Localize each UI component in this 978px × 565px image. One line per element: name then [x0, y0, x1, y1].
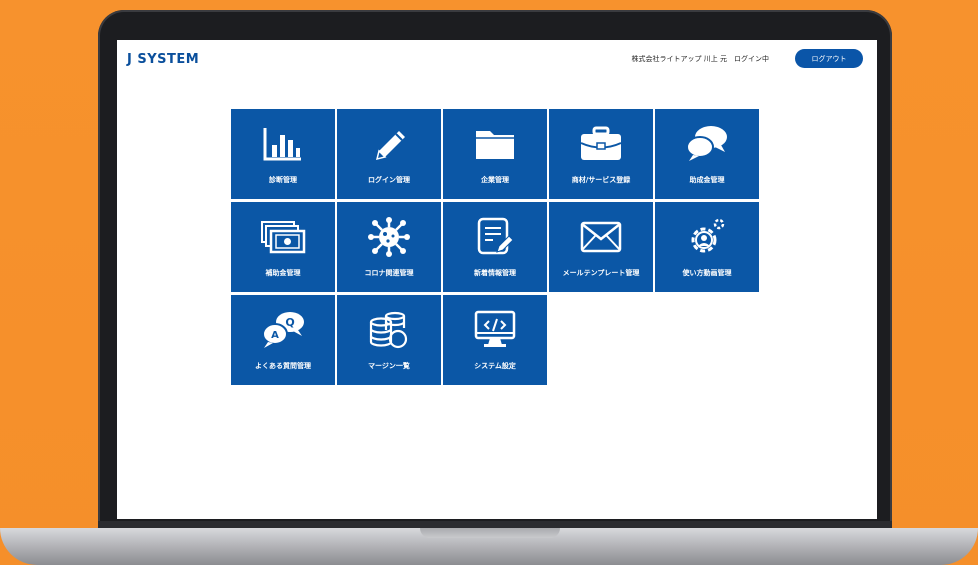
menu-label: コロナ関連管理 [364, 269, 414, 277]
svg-text:Q: Q [285, 316, 294, 329]
app-screen: J SYSTEM 株式会社ライトアップ 川上 元 ログイン中 ログアウト 診断管… [117, 40, 877, 519]
svg-text:A: A [271, 330, 279, 341]
menu-label: 診断管理 [269, 176, 297, 184]
menu-label: マージン一覧 [368, 362, 410, 370]
menu-tile-corona[interactable]: コロナ関連管理 [337, 202, 441, 292]
menu-tile-login[interactable]: ログイン管理 [337, 109, 441, 199]
menu-tile-subsidies[interactable]: 補助金管理 [231, 202, 335, 292]
bar-chart-icon [231, 125, 335, 163]
virus-icon [337, 217, 441, 257]
menu-label: 助成金管理 [689, 176, 725, 184]
menu-label: よくある質問管理 [255, 362, 311, 370]
menu-grid: 診断管理 ログイン管理 企業管理 商材/サービス登録 助成金管理 補助金管理 コ… [231, 109, 759, 385]
laptop-notch [420, 528, 560, 538]
gear-user-icon [655, 218, 759, 256]
menu-tile-faq[interactable]: Q A よくある質問管理 [231, 295, 335, 385]
menu-label: 企業管理 [481, 176, 509, 184]
coins-icon [337, 311, 441, 349]
menu-tile-news[interactable]: 新着情報管理 [443, 202, 547, 292]
pencil-icon [337, 125, 441, 163]
menu-tile-mail-templates[interactable]: メールテンプレート管理 [549, 202, 653, 292]
monitor-code-icon [443, 310, 547, 349]
document-edit-icon [443, 217, 547, 256]
menu-tile-diagnosis[interactable]: 診断管理 [231, 109, 335, 199]
menu-tile-margins[interactable]: マージン一覧 [337, 295, 441, 385]
logout-button[interactable]: ログアウト [795, 49, 863, 68]
chat-bubbles-icon [655, 125, 759, 163]
menu-tile-company[interactable]: 企業管理 [443, 109, 547, 199]
menu-tile-tutorial-videos[interactable]: 使い方動画管理 [655, 202, 759, 292]
menu-label: 商材/サービス登録 [571, 176, 631, 184]
menu-label: システム設定 [474, 362, 516, 370]
login-status: 株式会社ライトアップ 川上 元 ログイン中 [631, 55, 769, 63]
menu-label: ログイン管理 [368, 176, 410, 184]
menu-label: 使い方動画管理 [682, 269, 732, 277]
top-bar: J SYSTEM 株式会社ライトアップ 川上 元 ログイン中 ログアウト [117, 40, 877, 80]
qa-bubbles-icon: Q A [231, 311, 335, 349]
banknotes-icon [231, 218, 335, 256]
menu-label: 補助金管理 [265, 269, 301, 277]
menu-tile-system-settings[interactable]: システム設定 [443, 295, 547, 385]
menu-label: 新着情報管理 [474, 269, 516, 277]
envelope-icon [549, 218, 653, 256]
menu-tile-products[interactable]: 商材/サービス登録 [549, 109, 653, 199]
app-logo[interactable]: J SYSTEM [127, 52, 199, 67]
folder-icon [443, 125, 547, 163]
menu-label: メールテンプレート管理 [562, 269, 640, 277]
briefcase-icon [549, 125, 653, 163]
menu-tile-grants[interactable]: 助成金管理 [655, 109, 759, 199]
